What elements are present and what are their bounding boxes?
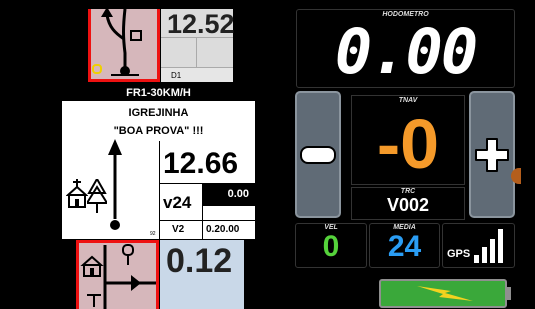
- roadbook-current-distance: 12.66: [163, 147, 239, 180]
- divider: [159, 141, 160, 239]
- junction-icon: [80, 244, 156, 309]
- speed-limit-label: FR1-30KM/H: [126, 87, 191, 99]
- plus-icon: [475, 138, 509, 172]
- divider: [159, 220, 255, 221]
- vel-value: 0: [322, 230, 340, 263]
- minus-icon: [300, 146, 336, 164]
- hodometro-value: 0.00: [334, 15, 478, 88]
- tnav-value: -0: [376, 105, 440, 183]
- tree-icon: [87, 179, 107, 213]
- roadbook-next-distance-box[interactable]: 0.12: [160, 240, 244, 309]
- battery-icon: [379, 279, 507, 308]
- roadbook-speed-tag: v24: [163, 193, 192, 212]
- church-icon: [66, 179, 88, 208]
- lightning-icon: [417, 286, 473, 301]
- roadbook-v2-tag: V2: [172, 224, 185, 235]
- media-value: 24: [387, 230, 422, 263]
- roadbook-v2-time: 0.20.00: [206, 224, 240, 235]
- gps-signal-icon: [474, 229, 503, 263]
- gps-label: GPS: [447, 248, 471, 260]
- plus-button[interactable]: [469, 91, 515, 218]
- trc-label: TRC: [400, 188, 416, 195]
- minus-button[interactable]: [295, 91, 341, 218]
- roadbook-prev-tag-text: D1: [171, 71, 182, 80]
- roadbook-index: 92: [150, 231, 156, 237]
- orange-indicator: [511, 168, 521, 184]
- battery-tip: [507, 287, 511, 300]
- trc-value: V002: [386, 195, 430, 215]
- roadbook-prev-diagram[interactable]: [88, 9, 160, 82]
- roadbook-next-distance: 0.12: [166, 242, 233, 280]
- roadbook-prev-distance: 12.52: [167, 9, 235, 39]
- roadbook-speed-value: 0.00: [203, 184, 255, 206]
- roadbook-next-diagram[interactable]: [76, 240, 159, 309]
- junction-icon: [92, 9, 142, 76]
- tnav-label: TNAV: [398, 97, 418, 104]
- roadbook-prev-tag: D1: [161, 67, 233, 82]
- roadbook-instruction-line2: "BOA PROVA" !!!: [113, 125, 204, 137]
- roadbook-current-box[interactable]: IGREJINHA "BOA PROVA" !!! 92 12.66 v24 0…: [62, 101, 255, 239]
- roadbook-instruction-line1: IGREJINHA: [128, 107, 189, 119]
